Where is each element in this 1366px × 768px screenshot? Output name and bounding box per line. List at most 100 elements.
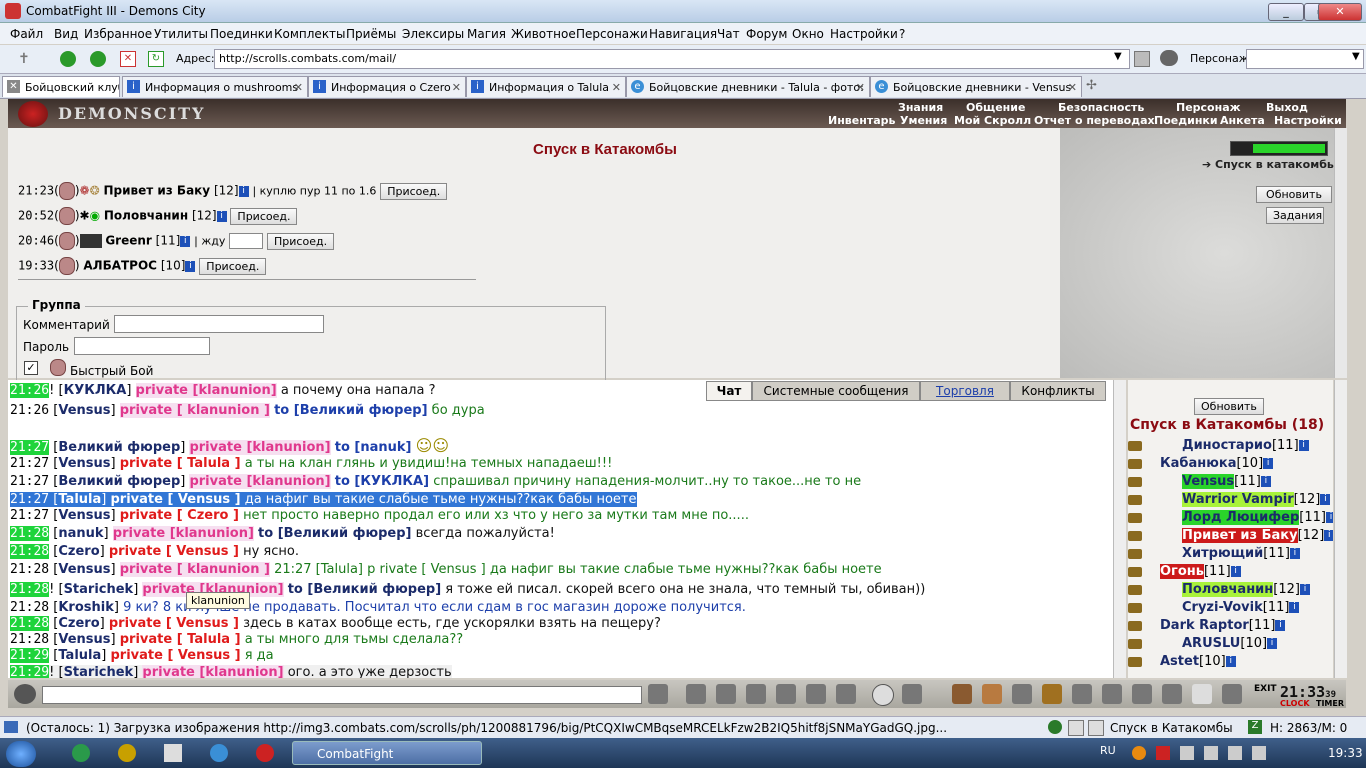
room-refresh-button[interactable]: Обновить	[1256, 186, 1332, 203]
nav-profile[interactable]: Анкета	[1220, 114, 1265, 127]
volume-icon[interactable]	[1252, 746, 1266, 760]
menu-item-window[interactable]: Окно	[792, 27, 824, 41]
bag-icon[interactable]	[952, 684, 972, 704]
request-name[interactable]: АЛБАТРОС	[83, 259, 157, 273]
armor-icon[interactable]	[1132, 684, 1152, 704]
online-refresh-button[interactable]: Обновить	[1194, 398, 1264, 415]
player-name[interactable]: Хитрющий	[1182, 546, 1263, 561]
tab-conflicts[interactable]: Конфликты	[1010, 381, 1106, 401]
list-icon[interactable]	[1088, 720, 1104, 736]
menu-item-help[interactable]: ?	[899, 27, 905, 41]
tab-chat[interactable]: Чат	[706, 381, 752, 401]
menu-item-forum[interactable]: Форум	[746, 27, 787, 41]
player-name[interactable]: Половчанин	[1182, 582, 1274, 597]
online-player[interactable]: Огонь[11] i	[1128, 564, 1241, 582]
address-input[interactable]: http://scrolls.combats.com/mail/	[214, 49, 1130, 69]
private-arrow-icon[interactable]	[1128, 476, 1142, 487]
request-name[interactable]: Половчанин	[104, 209, 188, 223]
private-arrow-icon[interactable]	[1128, 494, 1142, 505]
chat-recipient[interactable]: to [Великий фюрер]	[274, 403, 427, 418]
chat-recipient[interactable]: to [КУКЛКА]	[335, 474, 429, 489]
refresh-icon[interactable]: ↻	[148, 51, 164, 67]
clock-label[interactable]: CLOCK	[1280, 699, 1310, 708]
sound-icon[interactable]	[836, 684, 856, 704]
menu-item-sets[interactable]: Комплекты	[274, 27, 346, 41]
private-arrow-icon[interactable]	[1128, 440, 1142, 451]
private-arrow-icon[interactable]	[1128, 602, 1142, 613]
chat-sender[interactable]: Starichek	[64, 582, 134, 597]
request-name[interactable]: Привет из Баку	[103, 184, 210, 198]
stop-icon[interactable]: ✕	[120, 51, 136, 67]
private-arrow-icon[interactable]	[1128, 530, 1142, 541]
catacomb-link[interactable]: ➔ Спуск в катакомбы	[1202, 158, 1337, 171]
potion-icon[interactable]	[1012, 684, 1032, 704]
ie-icon[interactable]	[210, 744, 228, 762]
tab-close-icon[interactable]: ✕	[294, 77, 303, 97]
request-name[interactable]: Greenr	[105, 234, 152, 248]
menu-item-elixirs[interactable]: Элексиры	[402, 27, 464, 41]
chat-sender[interactable]: Czero	[58, 544, 99, 559]
chat-sender[interactable]: Великий фюрер	[58, 474, 180, 489]
minimize-button[interactable]: _	[1268, 3, 1304, 21]
exit-icon[interactable]: EXIT	[1254, 684, 1277, 694]
chat-recipient[interactable]: to [Великий фюрер]	[258, 526, 411, 541]
player-name[interactable]: Astet	[1160, 654, 1199, 669]
menu-item-favorites[interactable]: Избранное	[84, 27, 152, 41]
chat-sender[interactable]: Vensus	[58, 456, 110, 471]
join-button[interactable]: Присоед.	[380, 182, 448, 200]
menu-item-utilities[interactable]: Утилиты	[154, 27, 208, 41]
tasks-button[interactable]: Задания	[1266, 207, 1324, 224]
slash-icon[interactable]	[806, 684, 826, 704]
info-icon[interactable]: i	[1298, 440, 1309, 451]
menu-item-file[interactable]: Файл	[10, 27, 43, 41]
start-button[interactable]	[6, 741, 36, 767]
friends-icon[interactable]	[1192, 684, 1212, 704]
chat-sender[interactable]: Vensus	[58, 632, 110, 647]
info-icon[interactable]: i	[1267, 638, 1278, 649]
info-icon[interactable]: i	[1289, 548, 1300, 559]
player-name[interactable]: Диностарио	[1182, 438, 1272, 453]
chat-sender[interactable]: Talula	[58, 492, 101, 507]
copy-icon[interactable]	[1068, 720, 1084, 736]
nav-character[interactable]: Персонаж	[1176, 101, 1241, 114]
fast-fight-checkbox[interactable]: ✓	[24, 361, 38, 375]
chest-icon[interactable]	[1042, 684, 1062, 704]
menu-item-chat[interactable]: Чат	[717, 27, 740, 41]
player-name[interactable]: Cryzi-Vovik	[1182, 600, 1263, 615]
private-arrow-icon[interactable]	[1128, 638, 1142, 649]
player-name[interactable]: Warrior Vampir	[1182, 492, 1294, 507]
address-dropdown-icon[interactable]: ▼	[1114, 51, 1122, 62]
chat-private-tag[interactable]: private [ Talula ]	[120, 456, 241, 471]
scroll-icon[interactable]	[1072, 684, 1092, 704]
save-icon[interactable]	[746, 684, 766, 704]
clear-icon[interactable]	[686, 684, 706, 704]
menu-item-settings[interactable]: Настройки	[830, 27, 898, 41]
power-icon[interactable]	[1228, 746, 1242, 760]
online-scrollbar[interactable]	[1334, 380, 1347, 678]
house-icon[interactable]	[1162, 684, 1182, 704]
filter-icon[interactable]	[716, 684, 736, 704]
info-icon[interactable]: i	[1324, 530, 1333, 541]
player-name[interactable]: Огонь	[1160, 564, 1204, 579]
nav-inventory[interactable]: Инвентарь	[828, 114, 895, 127]
chat-private-tag[interactable]: private [ klanunion ]	[119, 562, 270, 577]
chat-private-tag[interactable]: private [klanunion]	[189, 474, 331, 489]
online-player[interactable]: Dark Raptor[11] i	[1128, 618, 1286, 636]
chat-menu-icon[interactable]	[14, 684, 36, 704]
chat-private-tag[interactable]: private [ Vensus ]	[109, 616, 239, 631]
online-player[interactable]: Диностарио[11] i	[1128, 438, 1309, 456]
mask-icon[interactable]	[1102, 684, 1122, 704]
tab-close-icon[interactable]: ✕	[612, 77, 621, 97]
chat-private-tag[interactable]: private [ Vensus ]	[109, 544, 239, 559]
chat-sender[interactable]: Vensus	[58, 562, 110, 577]
nav-my-scroll[interactable]: Мой Скролл	[954, 114, 1031, 127]
info-icon[interactable]: i	[180, 235, 191, 247]
join-button[interactable]: Присоед.	[267, 232, 335, 250]
nav-transfer-report[interactable]: Отчет о переводах	[1034, 114, 1155, 127]
nav-exit[interactable]: Выход	[1266, 101, 1308, 114]
persona-select[interactable]	[1246, 49, 1364, 69]
online-player[interactable]: Vensus[11] i	[1128, 474, 1271, 492]
tab-diary-vensus[interactable]: e Бойцовские дневники - Vensus ✕	[870, 76, 1082, 97]
tab-close-icon[interactable]: ✕	[452, 77, 461, 97]
tab-close-icon[interactable]: ✕	[1068, 77, 1077, 97]
